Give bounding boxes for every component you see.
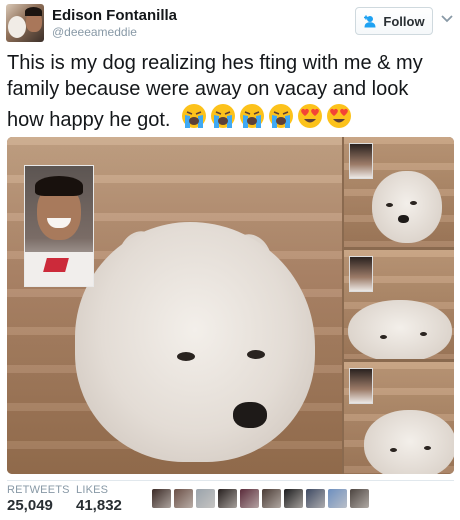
loudly-crying-face-icon [211, 104, 236, 128]
emoji-row [180, 102, 353, 130]
likes-count: 41,832 [76, 497, 122, 514]
liker-avatar[interactable] [262, 489, 281, 508]
heart-eyes-face-icon [298, 104, 323, 128]
tweet-card: Edison Fontanilla @deeeameddie Follow Th… [0, 0, 460, 520]
add-user-icon [364, 15, 376, 27]
liker-avatar[interactable] [218, 489, 237, 508]
thumbnail-photo-3[interactable] [344, 362, 454, 474]
main-photo[interactable] [7, 137, 342, 474]
heart-eyes-face-icon [327, 104, 352, 128]
thumbnail-photo-2[interactable] [344, 250, 454, 359]
liker-avatar[interactable] [174, 489, 193, 508]
retweets-stat[interactable]: RETWEETS 25,049 [7, 484, 70, 514]
user-display-name[interactable]: Edison Fontanilla [52, 7, 177, 24]
likes-label: LIKES [76, 484, 109, 496]
follow-button-label: Follow [383, 13, 425, 29]
more-options-button[interactable] [440, 12, 454, 26]
chevron-down-icon [441, 15, 453, 23]
liker-avatar[interactable] [240, 489, 259, 508]
retweets-count: 25,049 [7, 497, 53, 514]
user-avatar[interactable] [6, 4, 44, 42]
user-handle[interactable]: @deeeameddie [52, 25, 137, 39]
facetime-inset [24, 165, 94, 287]
liker-avatar[interactable] [350, 489, 369, 508]
follow-button[interactable]: Follow [355, 7, 433, 35]
loudly-crying-face-icon [182, 104, 207, 128]
media-gallery [7, 137, 454, 474]
thumbnail-photo-1[interactable] [344, 137, 454, 247]
stats-divider [7, 480, 454, 481]
liker-avatar[interactable] [284, 489, 303, 508]
tweet-text: This is my dog realizing hes fting with … [7, 50, 447, 133]
liker-avatar[interactable] [152, 489, 171, 508]
loudly-crying-face-icon [269, 104, 294, 128]
liker-avatar[interactable] [306, 489, 325, 508]
retweets-label: RETWEETS [7, 484, 70, 496]
loudly-crying-face-icon [240, 104, 265, 128]
liker-avatar[interactable] [328, 489, 347, 508]
liker-avatars [152, 489, 369, 508]
likes-stat[interactable]: LIKES 41,832 [76, 484, 122, 514]
liker-avatar[interactable] [196, 489, 215, 508]
